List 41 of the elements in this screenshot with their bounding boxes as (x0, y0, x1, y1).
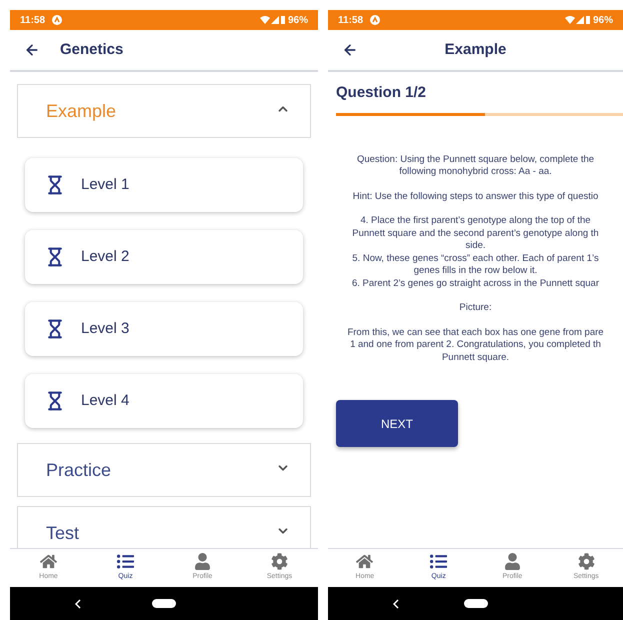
hourglass-icon (45, 319, 65, 339)
back-icon[interactable] (75, 598, 81, 608)
notification-icon (370, 15, 380, 25)
list-icon (117, 553, 134, 570)
battery-level: 96% (288, 14, 308, 28)
signal-icon (260, 15, 286, 25)
gear-icon (271, 553, 288, 570)
home-icon (40, 553, 57, 570)
next-button[interactable]: NEXT (336, 400, 458, 447)
question-text: From this, we can see that each box has one gene from pare 1 and one from parent 2. Congratulations, you completed th Punnett square. (347, 326, 604, 364)
question-text: 4. Place the first parent’s genotype along the top of the Punnett square and the second parent’s genotype along th side. 5. Now, these genes “cross” each other. Each of parent 1’s genes fills in the row below it. 6. Parent 2’s genes go straight across in the Punnett squar (352, 215, 599, 290)
home-icon (356, 553, 374, 570)
hourglass-icon (45, 175, 65, 195)
person-icon (194, 553, 211, 570)
screen-title: Example (444, 40, 508, 60)
clock: 11:58 (338, 14, 364, 28)
list-icon (430, 553, 448, 570)
home-pill[interactable] (464, 599, 488, 608)
back-icon[interactable] (24, 42, 40, 58)
notification-icon (52, 15, 62, 25)
clock: 11:58 (20, 14, 46, 28)
level-card[interactable]: Level 4 (25, 374, 303, 428)
battery-level: 96% (592, 14, 613, 28)
question-text: Picture: (459, 302, 492, 314)
home-pill[interactable] (152, 599, 176, 608)
question-title: Question 1/2 (336, 83, 428, 103)
level-card[interactable]: Level 2 (25, 230, 303, 284)
screen-title: Genetics (60, 40, 124, 60)
back-icon[interactable] (393, 598, 399, 608)
level-card[interactable]: Level 1 (25, 158, 303, 212)
level-card[interactable]: Level 3 (25, 302, 303, 356)
gear-icon (578, 553, 595, 570)
hourglass-icon (45, 247, 65, 267)
person-icon (504, 553, 521, 570)
back-icon[interactable] (342, 42, 358, 58)
hourglass-icon (45, 391, 65, 411)
section-header[interactable]: Test (17, 506, 311, 548)
question-text: Hint: Use the following steps to answer this type of questio (352, 190, 598, 203)
signal-icon (564, 15, 591, 25)
question-text: Question: Using the Punnett square below, complete the following monohybrid cross: Aa - aa. (356, 154, 594, 178)
section-header[interactable]: Practice (17, 443, 311, 497)
